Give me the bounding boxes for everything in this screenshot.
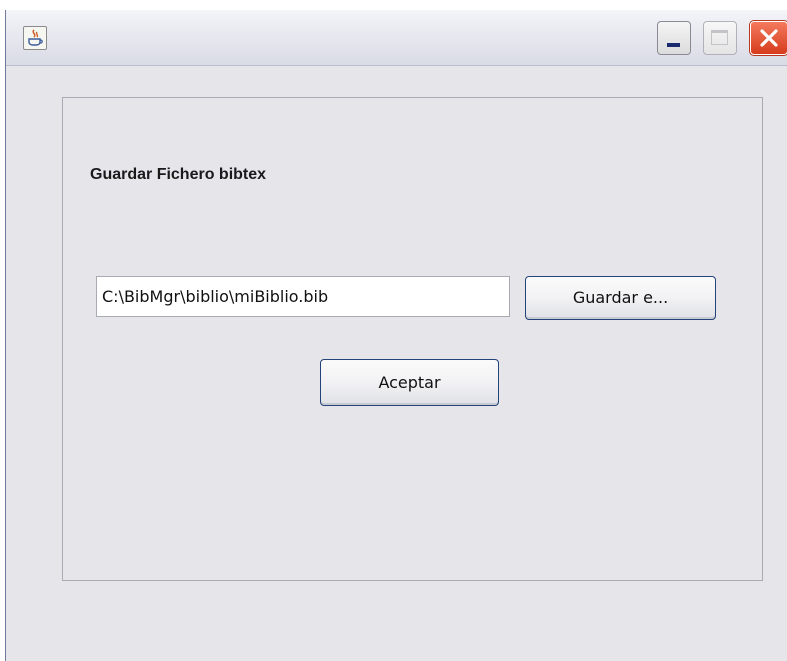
save-as-button[interactable]: Guardar e...: [525, 276, 716, 320]
close-icon[interactable]: [749, 20, 787, 56]
accept-button[interactable]: Aceptar: [320, 359, 499, 406]
java-icon[interactable]: [23, 26, 47, 50]
file-path-input[interactable]: C:\BibMgr\biblio\miBiblio.bib: [96, 276, 510, 317]
minimize-icon[interactable]: [657, 21, 691, 55]
maximize-icon[interactable]: [703, 21, 737, 55]
title-bar[interactable]: [6, 10, 787, 66]
panel-heading: Guardar Fichero bibtex: [90, 166, 267, 183]
